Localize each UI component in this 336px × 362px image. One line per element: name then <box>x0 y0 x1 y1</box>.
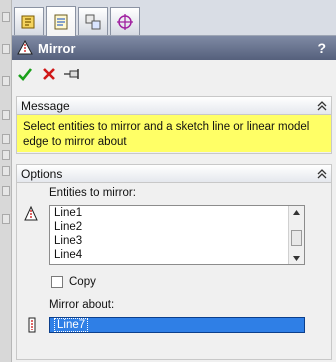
checkmark-icon <box>18 68 33 81</box>
ok-button[interactable] <box>14 63 36 85</box>
scroll-down-icon <box>293 255 300 261</box>
list-item[interactable]: Line2 <box>50 220 304 234</box>
entities-label: Entities to mirror: <box>49 187 136 199</box>
help-button[interactable]: ? <box>317 40 326 56</box>
collapse-chevron-icon[interactable] <box>317 168 327 179</box>
configurationmanager-icon <box>85 14 101 29</box>
cancel-button[interactable] <box>38 63 60 85</box>
toolbar-ghost-icon <box>2 150 10 160</box>
pushpin-icon <box>64 69 79 79</box>
entities-listbox[interactable]: Line1 Line2 Line3 Line4 <box>49 205 305 265</box>
dimxpertmanager-icon <box>117 13 133 30</box>
propertymanager-icon <box>54 14 68 29</box>
mirror-about-selection-icon <box>28 317 36 333</box>
message-section: Message Select entities to mirror and a … <box>16 96 332 154</box>
copy-label[interactable]: Copy <box>69 276 96 288</box>
list-item[interactable]: Line3 <box>50 234 304 248</box>
scroll-down-button[interactable] <box>289 252 304 264</box>
entities-selection-icon <box>24 205 38 221</box>
left-toolbar-strip <box>0 0 12 362</box>
page-title: Mirror <box>38 40 76 56</box>
property-title-bar: Mirror ? <box>12 36 336 60</box>
message-header-label: Message <box>21 98 70 113</box>
options-header[interactable]: Options <box>17 165 331 183</box>
message-header[interactable]: Message <box>17 97 331 115</box>
toolbar-ghost-icon <box>2 134 10 144</box>
options-header-label: Options <box>21 166 63 181</box>
toolbar-ghost-icon <box>2 186 10 196</box>
action-row <box>12 62 336 86</box>
tab-dimxpertmanager[interactable] <box>110 7 140 35</box>
list-scrollbar[interactable] <box>288 206 304 264</box>
toolbar-ghost-icon <box>2 44 10 54</box>
scroll-up-icon <box>293 209 300 215</box>
mirror-about-value: Line7 <box>54 318 89 332</box>
featuremanager-icon <box>21 15 35 28</box>
options-body: Entities to mirror: Line1 Line2 Line3 Li… <box>17 183 331 362</box>
property-manager-panel: Mirror ? Message Select entities to mirr… <box>12 0 336 362</box>
toolbar-ghost-icon <box>2 12 10 22</box>
list-item[interactable]: Line4 <box>50 248 304 262</box>
toolbar-ghost-icon <box>2 214 10 224</box>
mirror-about-field[interactable]: Line7 <box>49 317 305 333</box>
manager-tabs <box>12 0 336 36</box>
collapse-chevron-icon[interactable] <box>317 100 327 111</box>
toolbar-ghost-icon <box>2 76 10 86</box>
toolbar-ghost-icon <box>2 166 10 176</box>
message-text: Select entities to mirror and a sketch l… <box>17 115 331 152</box>
scroll-up-button[interactable] <box>289 206 304 218</box>
toolbar-ghost-icon <box>2 110 10 120</box>
tab-propertymanager[interactable] <box>46 6 76 36</box>
mirror-tool-icon <box>17 39 33 55</box>
pushpin-button[interactable] <box>62 63 84 85</box>
tab-configurationmanager[interactable] <box>78 7 108 35</box>
copy-checkbox[interactable] <box>51 276 63 288</box>
scroll-thumb[interactable] <box>291 230 302 246</box>
options-section: Options Entities to mirror: Line1 Line2 … <box>16 164 332 360</box>
list-item[interactable]: Line1 <box>50 206 304 220</box>
tab-featuremanager[interactable] <box>14 7 44 35</box>
x-icon <box>43 68 55 80</box>
mirror-about-label: Mirror about: <box>49 299 115 311</box>
